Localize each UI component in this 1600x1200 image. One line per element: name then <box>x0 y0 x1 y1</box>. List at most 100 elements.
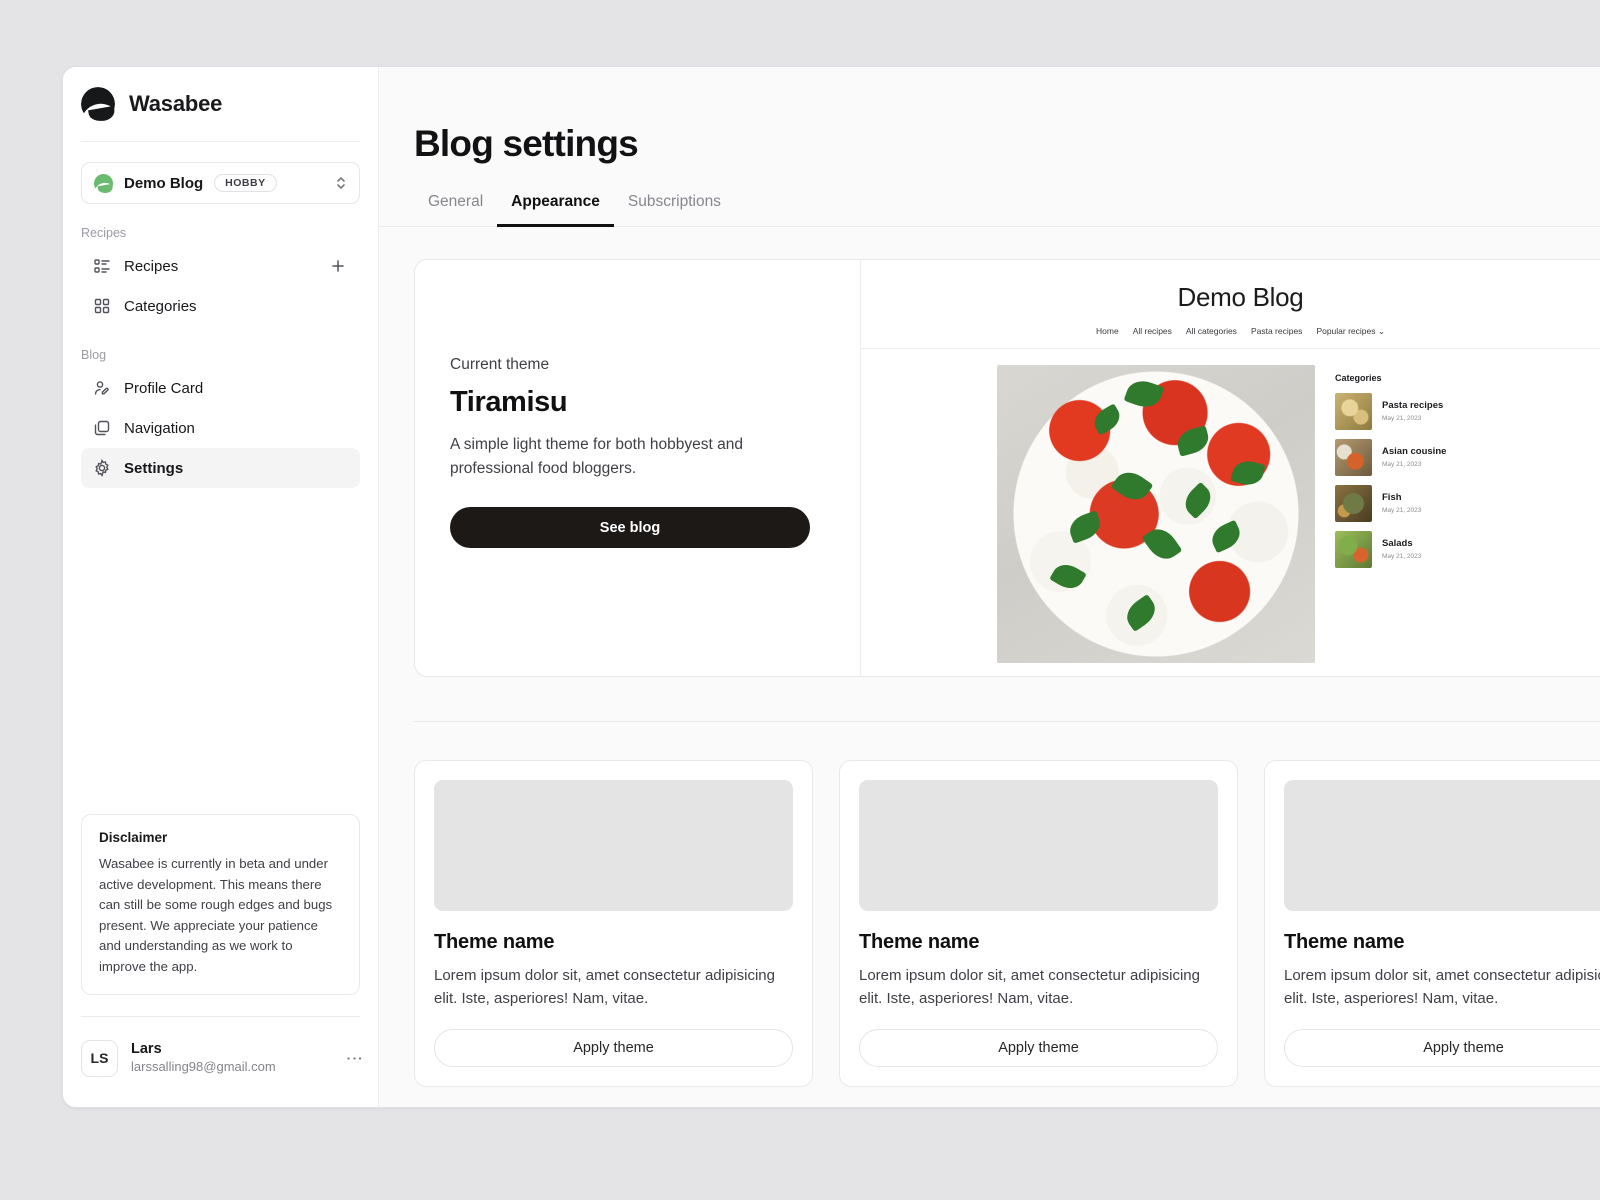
category-date: May 21, 2023 <box>1382 507 1422 515</box>
leaf-icon <box>90 173 118 198</box>
blog-nav-item-all-categories[interactable]: All categories <box>1186 326 1237 337</box>
blog-nav-item-all-recipes[interactable]: All recipes <box>1133 326 1172 337</box>
apply-theme-button[interactable]: Apply theme <box>434 1029 793 1067</box>
theme-card-name: Theme name <box>434 931 555 953</box>
sidebar-item-label: Recipes <box>124 257 179 275</box>
category-name: Fish <box>1382 491 1402 503</box>
brand-name: Wasabee <box>129 91 223 116</box>
app-window: Wasabee Demo Blog HOBBY Recipes Recipes … <box>62 66 1600 1108</box>
user-info: Lars larssalling98@gmail.com <box>131 1040 276 1076</box>
current-theme-info: Current theme Tiramisu A simple light th… <box>415 260 860 676</box>
category-name: Pasta recipes <box>1382 399 1444 411</box>
current-theme-description: A simple light theme for both hobbyest a… <box>450 436 743 477</box>
blog-preview-body: Categories Pasta recipes May 21, 2023 As… <box>861 349 1600 663</box>
theme-thumbnail <box>434 780 793 911</box>
user-edit-icon <box>93 379 111 397</box>
sidebar-item-settings[interactable]: Settings <box>81 448 360 488</box>
category-date: May 21, 2023 <box>1382 553 1422 561</box>
sidebar-item-label: Settings <box>124 459 184 477</box>
main-content: Blog settings General Appearance Subscri… <box>379 67 1600 1107</box>
category-text: Salads May 21, 2023 <box>1382 538 1421 561</box>
settings-tabs: General Appearance Subscriptions <box>379 193 1600 227</box>
category-text: Pasta recipes May 21, 2023 <box>1382 400 1443 423</box>
category-date: May 21, 2023 <box>1382 415 1422 423</box>
category-name: Asian cousine <box>1382 445 1447 457</box>
theme-thumbnail <box>1284 780 1600 911</box>
sidebar: Wasabee Demo Blog HOBBY Recipes Recipes … <box>63 67 379 1107</box>
theme-card-description: Lorem ipsum dolor sit, amet consectetur … <box>434 967 775 1007</box>
nav-group-label-recipes: Recipes <box>81 226 127 240</box>
current-theme-name: Tiramisu <box>450 386 568 418</box>
apply-theme-button[interactable]: Apply theme <box>1284 1029 1600 1067</box>
theme-list: Theme name Lorem ipsum dolor sit, amet c… <box>414 760 1600 1087</box>
sidebar-item-recipes[interactable]: Recipes <box>81 246 360 286</box>
blog-nav-item-home[interactable]: Home <box>1096 326 1119 337</box>
caprese-salad-photo <box>997 365 1315 663</box>
blog-nav-item-pasta-recipes[interactable]: Pasta recipes <box>1251 326 1303 337</box>
disclaimer-card: Disclaimer Wasabee is currently in beta … <box>81 814 360 995</box>
sidebar-footer-divider <box>81 1016 360 1017</box>
user-name: Lars <box>131 1041 162 1058</box>
category-thumbnail <box>1335 439 1372 476</box>
plan-badge: HOBBY <box>214 174 277 192</box>
sidebar-item-profile-card[interactable]: Profile Card <box>81 368 360 408</box>
category-item[interactable]: Pasta recipes May 21, 2023 <box>1335 393 1600 430</box>
theme-card-description: Lorem ipsum dolor sit, amet consectetur … <box>1284 967 1600 1007</box>
category-thumbnail <box>1335 531 1372 568</box>
theme-card-description: Lorem ipsum dolor sit, amet consectetur … <box>859 967 1200 1007</box>
category-name: Salads <box>1382 537 1413 549</box>
theme-thumbnail <box>859 780 1218 911</box>
blog-preview: Demo Blog Home All recipes All categorie… <box>860 260 1600 676</box>
apply-theme-button[interactable]: Apply theme <box>859 1029 1218 1067</box>
plus-icon[interactable] <box>328 256 348 276</box>
wasabee-logo-icon <box>76 87 122 131</box>
disclaimer-text: Wasabee is currently in beta and under a… <box>99 856 333 974</box>
category-text: Asian cousine May 21, 2023 <box>1382 446 1446 469</box>
theme-card-name: Theme name <box>1284 931 1405 953</box>
category-item[interactable]: Asian cousine May 21, 2023 <box>1335 439 1600 476</box>
sidebar-item-label: Navigation <box>124 419 195 437</box>
brand-divider <box>81 141 360 142</box>
tab-subscriptions[interactable]: Subscriptions <box>614 193 735 227</box>
chevron-up-down-icon <box>335 173 347 193</box>
sidebar-item-navigation[interactable]: Navigation <box>81 408 360 448</box>
category-text: Fish May 21, 2023 <box>1382 492 1421 515</box>
blog-preview-title: Demo Blog <box>1177 282 1304 312</box>
blog-selector-name: Demo Blog <box>124 174 204 192</box>
brand: Wasabee <box>63 67 378 141</box>
kebab-menu-icon[interactable]: ⋮ <box>345 1050 364 1067</box>
tab-general[interactable]: General <box>414 193 497 227</box>
theme-card: Theme name Lorem ipsum dolor sit, amet c… <box>1264 760 1600 1087</box>
category-thumbnail <box>1335 485 1372 522</box>
sidebar-item-label: Categories <box>124 297 197 315</box>
gear-icon <box>93 459 111 477</box>
category-item[interactable]: Fish May 21, 2023 <box>1335 485 1600 522</box>
category-date: May 21, 2023 <box>1382 461 1422 469</box>
current-theme-card: Current theme Tiramisu A simple light th… <box>414 259 1600 677</box>
tab-appearance[interactable]: Appearance <box>497 193 614 227</box>
categories-heading: Categories <box>1335 373 1382 383</box>
blog-selector[interactable]: Demo Blog HOBBY <box>81 162 360 204</box>
list-icon <box>93 257 111 275</box>
category-thumbnail <box>1335 393 1372 430</box>
nav-group-label-blog: Blog <box>81 348 107 362</box>
blog-nav-item-popular-recipes[interactable]: Popular recipes ⌄ <box>1316 326 1385 337</box>
blog-preview-categories: Categories Pasta recipes May 21, 2023 As… <box>1315 365 1600 663</box>
section-divider <box>414 721 1600 722</box>
theme-card-name: Theme name <box>859 931 980 953</box>
page-title: Blog settings <box>414 123 639 164</box>
blog-preview-nav: Home All recipes All categories Pasta re… <box>861 326 1600 349</box>
see-blog-button[interactable]: See blog <box>450 507 810 549</box>
sidebar-item-label: Profile Card <box>124 379 204 397</box>
avatar: LS <box>81 1039 118 1077</box>
disclaimer-title: Disclaimer <box>99 830 168 846</box>
user-profile-row[interactable]: LS Lars larssalling98@gmail.com ⋮ <box>81 1033 364 1083</box>
category-item[interactable]: Salads May 21, 2023 <box>1335 531 1600 568</box>
theme-card: Theme name Lorem ipsum dolor sit, amet c… <box>414 760 813 1087</box>
current-theme-eyebrow: Current theme <box>450 356 550 373</box>
copy-icon <box>93 419 111 437</box>
sidebar-item-categories[interactable]: Categories <box>81 286 360 326</box>
theme-card: Theme name Lorem ipsum dolor sit, amet c… <box>839 760 1238 1087</box>
user-email: larssalling98@gmail.com <box>131 1058 276 1074</box>
grid-icon <box>93 297 111 315</box>
